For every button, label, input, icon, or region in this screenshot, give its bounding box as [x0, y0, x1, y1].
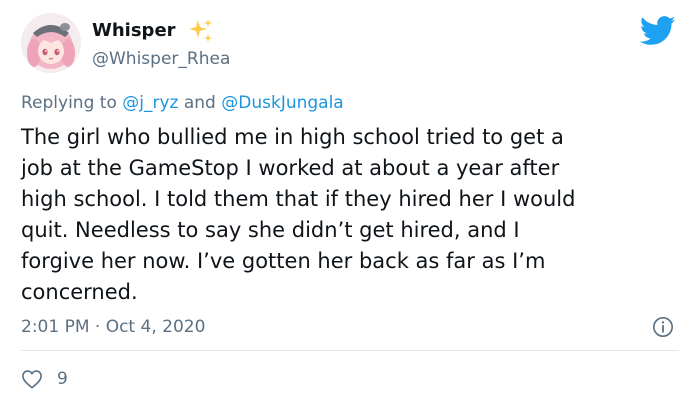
tweet-timestamp[interactable]: 2:01 PM · Oct 4, 2020 [21, 316, 205, 338]
tweet-text-line: forgive her now. I’ve gotten her back as… [21, 249, 546, 273]
avatar[interactable] [21, 13, 81, 73]
tweet-text-line: concerned. [21, 280, 138, 304]
twitter-bird-icon[interactable] [640, 16, 676, 46]
like-count: 9 [57, 369, 68, 389]
sparkle-icon [189, 19, 212, 42]
anime-avatar-icon [21, 13, 81, 73]
reply-prefix: Replying to [21, 93, 117, 113]
user-handle[interactable]: @Whisper_Rhea [92, 48, 230, 70]
mention-link-2[interactable]: @DuskJungala [221, 93, 343, 113]
tweet-text-line: high school. I told them that if they hi… [21, 187, 576, 211]
mention-link-1[interactable]: @j_ryz [122, 93, 178, 113]
tweet-card: Whisper @Whisper_Rhea Replying to @j_ryz… [0, 0, 700, 406]
info-icon[interactable] [652, 316, 674, 338]
divider [21, 350, 679, 351]
tweet-text-line: The girl who bullied me in high school t… [21, 125, 564, 149]
display-name[interactable]: Whisper [92, 20, 176, 42]
tweet-text: The girl who bullied me in high school t… [21, 122, 686, 308]
like-button[interactable]: 9 [21, 367, 68, 391]
tweet-text-line: job at the GameStop I worked at about a … [21, 156, 560, 180]
tweet-text-line: quit. Needless to say she didn’t get hir… [21, 218, 520, 242]
reply-conjunction: and [183, 93, 216, 113]
replying-to: Replying to @j_ryz and @DuskJungala [21, 92, 344, 114]
heart-icon [22, 370, 42, 389]
